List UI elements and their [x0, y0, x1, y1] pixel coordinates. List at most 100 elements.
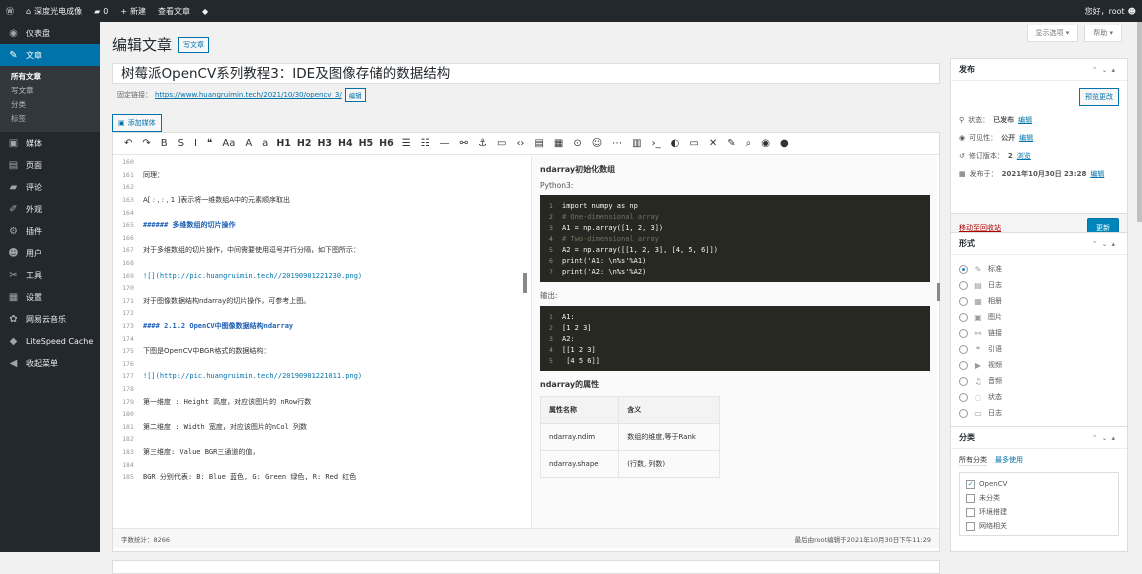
editor-line[interactable]: 160	[113, 156, 527, 169]
sidebar-item-0[interactable]: ◉ 仪表盘	[0, 22, 100, 44]
new-content-link[interactable]: + 新建	[114, 0, 152, 22]
sidebar-item-4[interactable]: ▰ 评论	[0, 176, 100, 198]
editor-line[interactable]: 171 对于图像数据结构ndarray的切片操作，可参考上图。	[113, 295, 527, 308]
format-option[interactable]: ▤ 日志	[951, 277, 1127, 293]
toolbar-button[interactable]: H1	[273, 138, 294, 149]
editor-line[interactable]: 185 BGR 分别代表: B: Blue 蓝色, G: Green 绿色, R:…	[113, 471, 527, 484]
box-arrows-icon[interactable]: ⌃⌄▴	[1092, 66, 1119, 74]
preview-scrollbar[interactable]	[937, 283, 940, 301]
sidebar-item-10[interactable]: ✿ 网易云音乐	[0, 308, 100, 330]
editor-line[interactable]: 184	[113, 458, 527, 471]
toolbar-button[interactable]: H3	[314, 138, 335, 149]
submenu-item[interactable]: 分类	[0, 98, 100, 112]
toolbar-button[interactable]: ▭	[492, 138, 511, 149]
format-option[interactable]: ✎ 标准	[951, 261, 1127, 277]
toolbar-button[interactable]: ❝	[202, 138, 217, 149]
format-radio[interactable]	[959, 360, 968, 370]
permalink-url[interactable]: https://www.huangruimin.tech/2021/10/30/…	[155, 91, 342, 99]
sidebar-item-2[interactable]: ▣ 媒体	[0, 132, 100, 154]
editor-line[interactable]: 178	[113, 383, 527, 396]
published-edit-link[interactable]: 编辑	[1090, 169, 1104, 179]
sidebar-item-6[interactable]: ⚙ 插件	[0, 220, 100, 242]
editor-line[interactable]: 167 对于多维数组的切片操作，中间需要使用逗号并行分隔，如下图所示：	[113, 244, 527, 257]
sidebar-item-12[interactable]: ◀ 收起菜单	[0, 352, 100, 374]
toolbar-button[interactable]: I	[189, 138, 202, 149]
editor-line[interactable]: 176	[113, 358, 527, 371]
toolbar-button[interactable]: ⋯	[607, 138, 627, 149]
format-radio[interactable]	[959, 296, 968, 306]
format-box-header[interactable]: 形式 ⌃⌄▴	[951, 233, 1127, 255]
toolbar-button[interactable]: a	[257, 138, 273, 149]
toolbar-button[interactable]: ▦	[549, 138, 568, 149]
editor-line[interactable]: 161 同理：	[113, 169, 527, 182]
box-arrows-icon[interactable]: ⌃⌄▴	[1092, 240, 1119, 248]
page-scrollbar[interactable]	[1136, 22, 1142, 552]
format-option[interactable]: ▶ 视频	[951, 357, 1127, 373]
editor-line[interactable]: 181 第二维度 : Width 宽度，对应该图片的nCol 列数	[113, 420, 527, 433]
comments-link[interactable]: ▰ 0	[88, 0, 114, 22]
publish-box-header[interactable]: 发布 ⌃⌄▴	[951, 59, 1127, 81]
editor-line[interactable]: 173 #### 2.1.2 OpenCV中图像数据结构ndarray	[113, 320, 527, 333]
editor-line[interactable]: 180	[113, 408, 527, 421]
format-option[interactable]: ❝ 引语	[951, 341, 1127, 357]
format-option[interactable]: ▣ 图片	[951, 309, 1127, 325]
editor-line[interactable]: 165 ###### 多维数组的切片操作	[113, 219, 527, 232]
tab-most-used[interactable]: 最多使用	[995, 455, 1023, 466]
sidebar-item-7[interactable]: ☻ 用户	[0, 242, 100, 264]
toolbar-button[interactable]: ↶	[119, 138, 137, 149]
format-radio[interactable]	[959, 264, 968, 274]
format-option[interactable]: ⚯ 链接	[951, 325, 1127, 341]
toolbar-button[interactable]: H2	[294, 138, 315, 149]
litespeed-icon[interactable]: ◆	[196, 0, 214, 22]
format-radio[interactable]	[959, 280, 968, 290]
format-option[interactable]: ▦ 相册	[951, 293, 1127, 309]
toolbar-button[interactable]: ▭	[684, 138, 703, 149]
editor-scrollbar[interactable]	[523, 273, 527, 293]
toolbar-button[interactable]: ⚯	[455, 138, 473, 149]
editor-line[interactable]: 183 第三维度: Value BGR三通道的值，	[113, 446, 527, 459]
sidebar-item-3[interactable]: ▤ 页面	[0, 154, 100, 176]
toolbar-button[interactable]: ☰	[397, 138, 416, 149]
page-scrollbar-thumb[interactable]	[1137, 22, 1142, 222]
toolbar-button[interactable]: ⌕	[741, 138, 757, 149]
toolbar-button[interactable]: ▤	[529, 138, 548, 149]
trash-link[interactable]: 移动至回收站	[959, 223, 1001, 233]
toolbar-button[interactable]: ↷	[137, 138, 155, 149]
preview-changes-button[interactable]: 预览更改	[1079, 88, 1119, 106]
toolbar-button[interactable]: ▥	[627, 138, 646, 149]
editor-line[interactable]: 177 ![](http://pic.huangruimin.tech//2019…	[113, 370, 527, 383]
editor-line[interactable]: 170	[113, 282, 527, 295]
category-checkbox[interactable]	[966, 521, 975, 531]
sidebar-item-1[interactable]: ✎ 文章	[0, 44, 100, 66]
add-media-button[interactable]: ▣ 添加媒体	[112, 114, 162, 132]
toolbar-button[interactable]: A	[240, 138, 257, 149]
format-radio[interactable]	[959, 312, 968, 322]
format-radio[interactable]	[959, 376, 968, 386]
toolbar-button[interactable]: ⚓	[473, 138, 492, 149]
toolbar-button[interactable]: ●	[775, 138, 794, 149]
toolbar-button[interactable]: —	[435, 138, 455, 149]
format-option[interactable]: ▭ 日志	[951, 405, 1127, 421]
editor-line[interactable]: 162	[113, 181, 527, 194]
submenu-item[interactable]: 写文章	[0, 84, 100, 98]
format-radio[interactable]	[959, 328, 968, 338]
post-title-input[interactable]: 树莓派OpenCV系列教程3：IDE及图像存储的数据结构	[112, 63, 940, 84]
box-arrows-icon[interactable]: ⌃⌄▴	[1092, 434, 1119, 442]
submenu-item[interactable]: 标签	[0, 112, 100, 126]
editor-line[interactable]: 163 A[ : , : , 1 ]表示将一维数组A中的元素顺序取出	[113, 194, 527, 207]
format-option[interactable]: ◌ 状态	[951, 389, 1127, 405]
toolbar-button[interactable]: ›_	[647, 138, 666, 149]
sidebar-item-8[interactable]: ✂ 工具	[0, 264, 100, 286]
submenu-item[interactable]: 所有文章	[0, 70, 100, 84]
editor-line[interactable]: 182	[113, 433, 527, 446]
category-checkbox[interactable]	[966, 493, 975, 503]
wordpress-logo-icon[interactable]: Ⓦ	[0, 0, 20, 22]
toolbar-button[interactable]: ◐	[666, 138, 685, 149]
revisions-browse-link[interactable]: 浏览	[1017, 151, 1031, 161]
format-radio[interactable]	[959, 408, 968, 418]
status-edit-link[interactable]: 编辑	[1018, 115, 1032, 125]
format-radio[interactable]	[959, 392, 968, 402]
toolbar-button[interactable]: ⊙	[568, 138, 586, 149]
editor-source-pane[interactable]: 160 161 同理： 162 163 A[ : , : , 1 ]表示将一维数组A中的元…	[113, 156, 527, 528]
visibility-edit-link[interactable]: 编辑	[1019, 133, 1033, 143]
